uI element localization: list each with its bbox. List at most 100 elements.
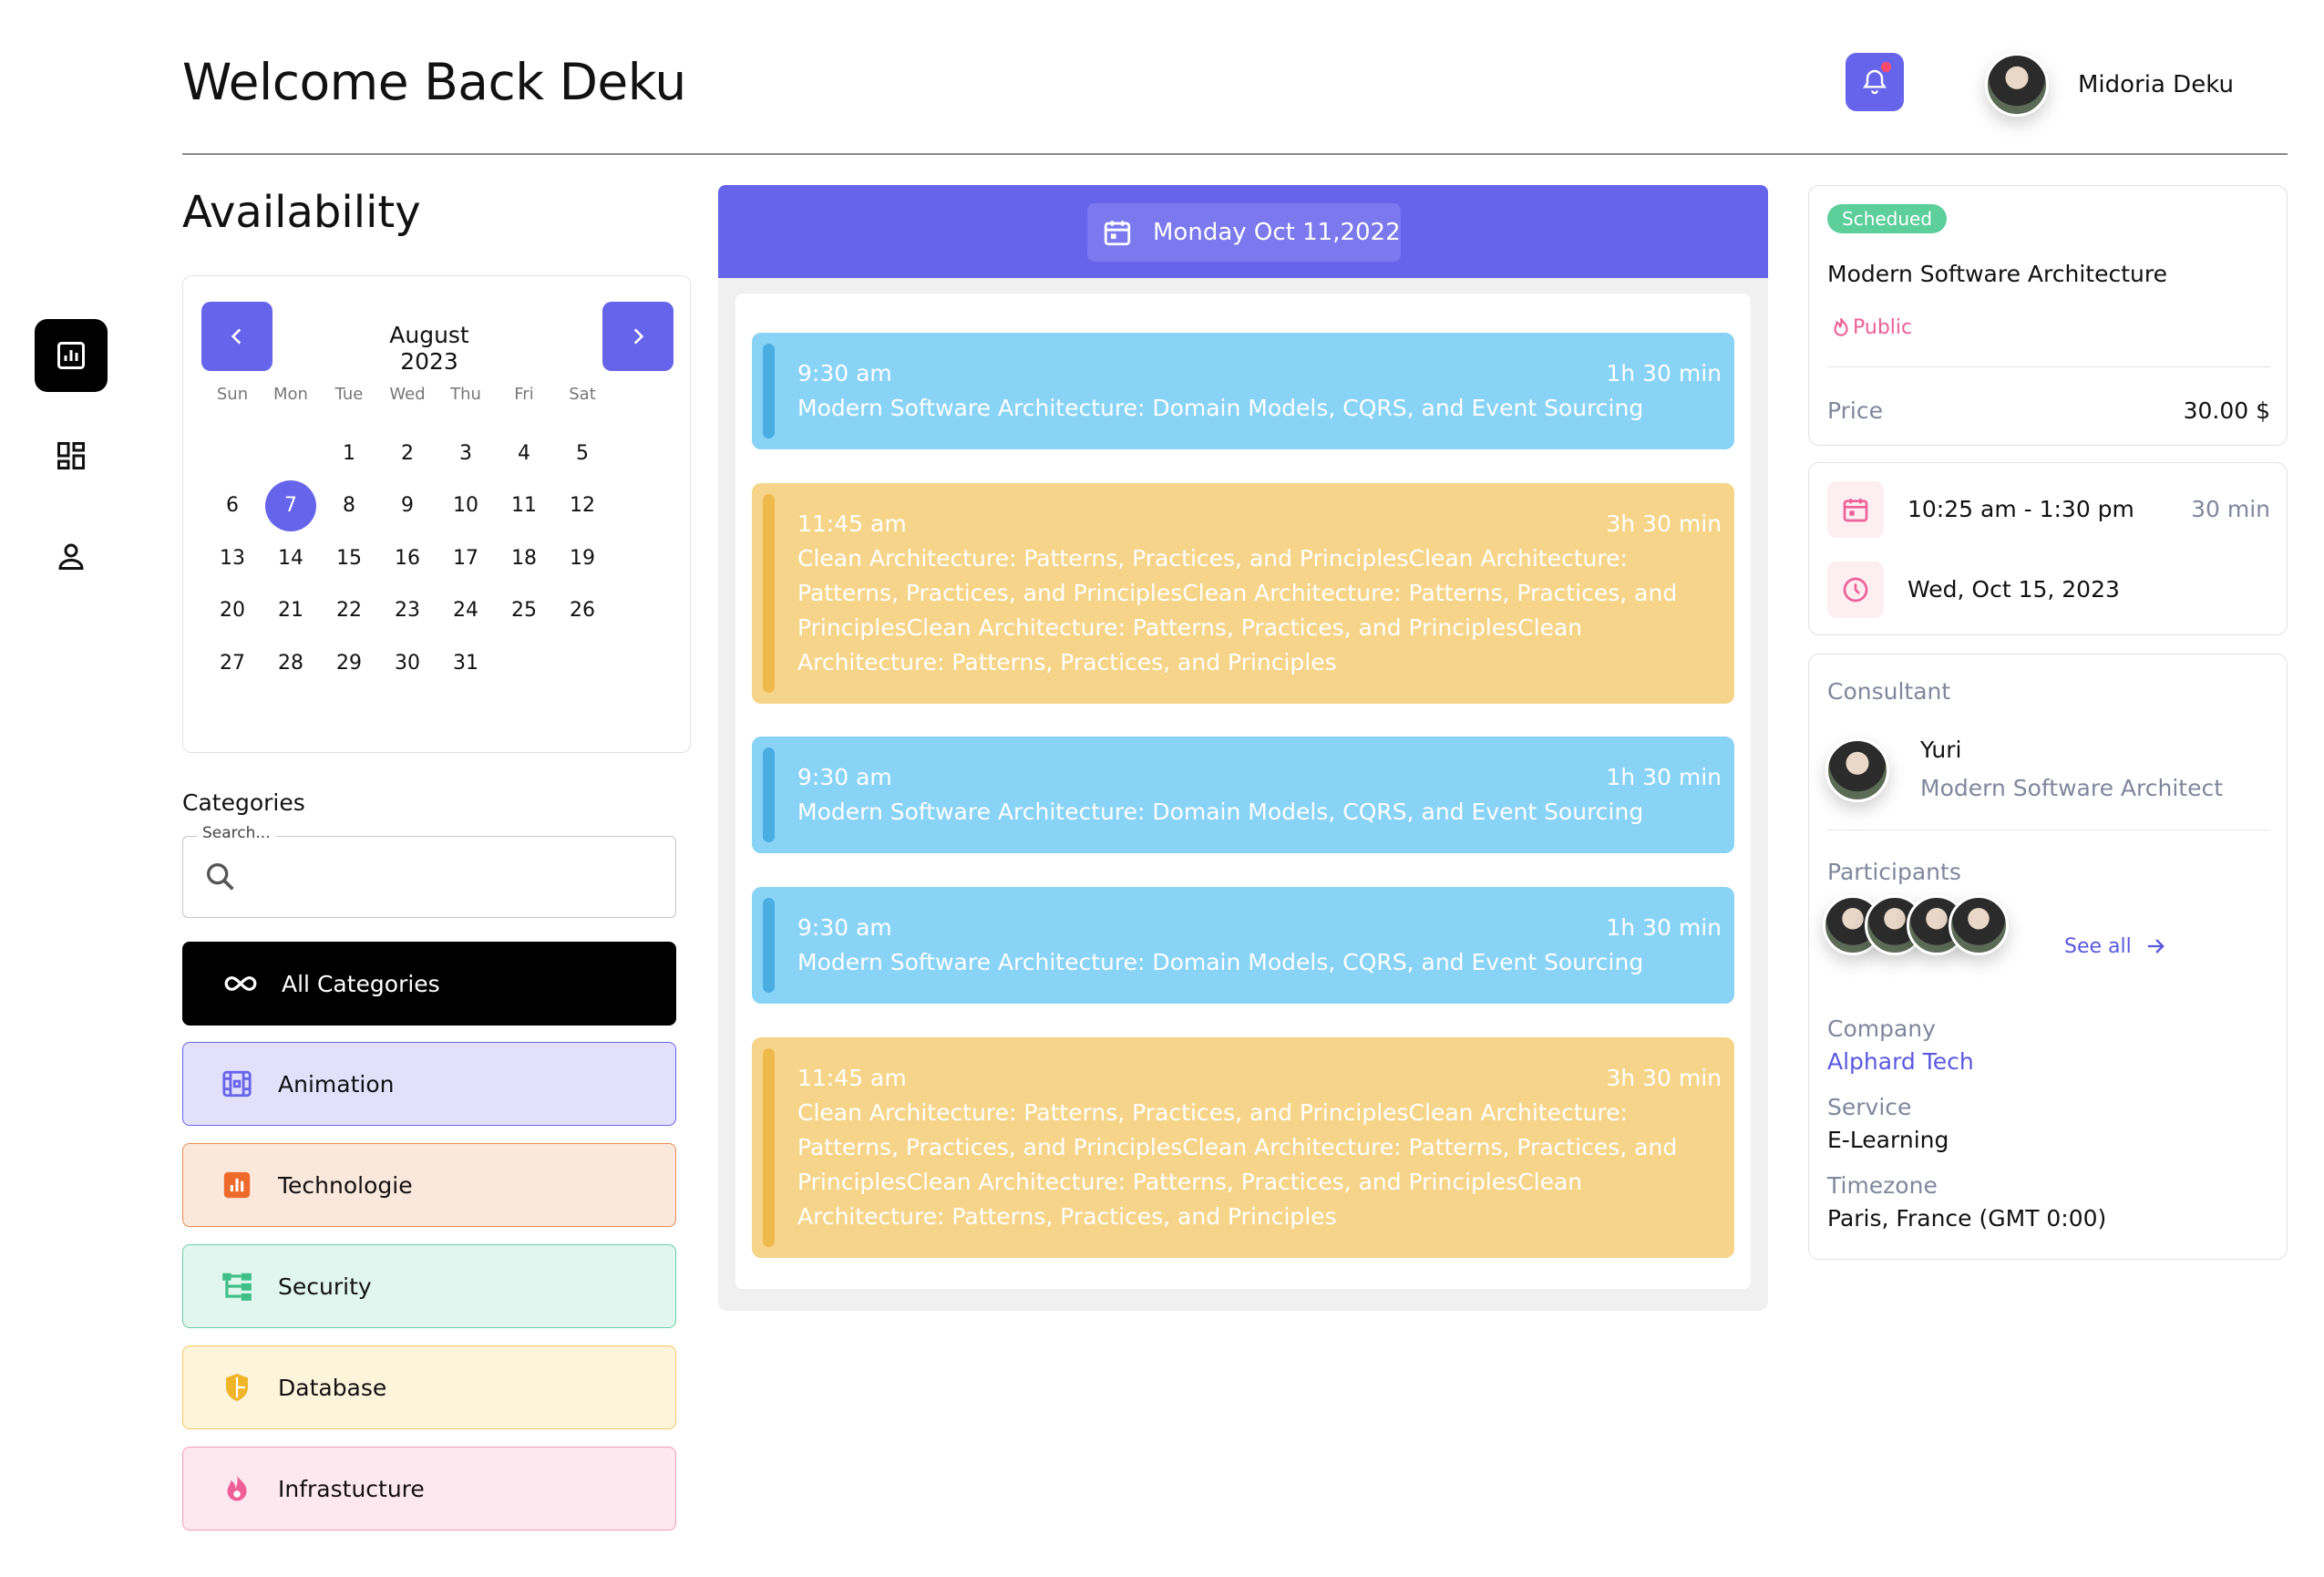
event-accent-bar: [763, 494, 775, 693]
search-icon: [202, 859, 239, 895]
calendar-day[interactable]: 1: [324, 428, 375, 479]
calendar-day[interactable]: 26: [557, 585, 608, 636]
nav-profile-button[interactable]: [35, 520, 108, 593]
calendar-day[interactable]: 20: [207, 585, 258, 636]
calendar-day[interactable]: 21: [265, 585, 316, 636]
event-time: 11:45 am: [797, 510, 907, 537]
schedule-event[interactable]: 9:30 am 1h 30 min Modern Software Architec…: [752, 737, 1734, 853]
category-label: Animation: [278, 1070, 395, 1098]
time-range: 10:25 am - 1:30 pm: [1908, 496, 2134, 522]
category-all-categories-button[interactable]: All Categories: [182, 942, 676, 1026]
nav-widgets-button[interactable]: [35, 419, 108, 492]
schedule-event[interactable]: 9:30 am 1h 30 min Modern Software Architec…: [752, 887, 1734, 1004]
categories-title: Categories: [182, 789, 305, 816]
category-technologie-button[interactable]: Technologie: [182, 1143, 676, 1227]
schedule-date-picker[interactable]: Monday Oct 11,2022: [1087, 203, 1401, 262]
chart-icon: [220, 1168, 254, 1202]
calendar-day[interactable]: 9: [382, 480, 433, 531]
clock-icon: [1827, 562, 1884, 618]
calendar-day[interactable]: 5: [557, 428, 608, 479]
prev-month-button[interactable]: [201, 302, 273, 371]
event-duration: 1h 30 min: [1606, 914, 1722, 941]
chevron-right-icon: [633, 328, 644, 345]
schedule-header: Monday Oct 11,2022: [718, 185, 1768, 278]
status-badge: Schedued: [1827, 204, 1948, 233]
consultant-label: Consultant: [1827, 678, 1951, 705]
calendar-day[interactable]: 11: [499, 480, 550, 531]
search-label: Search...: [197, 824, 276, 842]
event-title: Modern Software Architecture: Domain Mod…: [797, 949, 1644, 975]
schedule-event[interactable]: 11:45 am 3h 30 min Clean Architecture: Pat…: [752, 483, 1734, 704]
event-summary-card: Schedued Modern Software Architecture Pu…: [1808, 185, 2288, 446]
hierarchy-icon: [220, 1269, 254, 1304]
user-avatar[interactable]: [1985, 53, 2049, 117]
calendar-icon: [1827, 481, 1884, 538]
calendar-day[interactable]: 14: [265, 532, 316, 583]
event-accent-bar: [763, 747, 775, 842]
event-time: 9:30 am: [797, 360, 892, 387]
event-time: 9:30 am: [797, 914, 892, 941]
next-month-button[interactable]: [602, 302, 674, 371]
nav-dashboard-button[interactable]: [35, 319, 108, 392]
weekday-label: Thu: [450, 385, 481, 404]
calendar-day[interactable]: 18: [499, 532, 550, 583]
shield-icon: [220, 1370, 254, 1405]
price-value: 30.00 $: [2183, 397, 2270, 424]
calendar-day[interactable]: 6: [207, 480, 258, 531]
bar-chart-icon: [57, 342, 85, 369]
timezone-value: Paris, France (GMT 0:00): [1827, 1205, 2107, 1232]
calendar-day[interactable]: 13: [207, 532, 258, 583]
category-security-button[interactable]: Security: [182, 1244, 676, 1328]
category-label: All Categories: [282, 970, 440, 997]
price-label: Price: [1827, 397, 1883, 424]
consultant-name: Yuri: [1920, 737, 1962, 763]
event-title: Modern Software Architecture: [1827, 261, 2167, 287]
calendar-day[interactable]: 2: [382, 428, 433, 479]
category-database-button[interactable]: Database: [182, 1345, 676, 1429]
calendar-day[interactable]: 7: [265, 479, 316, 531]
service-label: Service: [1827, 1094, 1912, 1120]
category-search-input[interactable]: [182, 836, 676, 918]
timezone-label: Timezone: [1827, 1172, 1938, 1199]
weekday-label: Sun: [216, 385, 249, 404]
film-icon: [220, 1067, 254, 1101]
calendar-day[interactable]: 3: [440, 428, 491, 479]
see-all-link[interactable]: See all: [2064, 933, 2168, 959]
event-title: Clean Architecture: Patterns, Practices,…: [797, 1099, 1678, 1230]
calendar-day[interactable]: 17: [440, 532, 491, 583]
calendar-day[interactable]: 12: [557, 480, 608, 531]
calendar-day[interactable]: 4: [499, 428, 550, 479]
weekday-label: Fri: [514, 385, 534, 404]
calendar-day[interactable]: 8: [324, 480, 375, 531]
calendar-day[interactable]: 24: [440, 585, 491, 636]
weekday-label: Tue: [334, 385, 364, 404]
participant-avatar[interactable]: [1949, 895, 2009, 955]
calendar-day[interactable]: 10: [440, 480, 491, 531]
category-label: Security: [278, 1273, 372, 1300]
calendar-day[interactable]: 23: [382, 585, 433, 636]
calendar-day[interactable]: 28: [265, 637, 316, 688]
calendar-day[interactable]: 30: [382, 637, 433, 688]
schedule-event[interactable]: 11:45 am 3h 30 min Clean Architecture: Pat…: [752, 1037, 1734, 1258]
category-infrastucture-button[interactable]: Infrastucture: [182, 1447, 676, 1531]
schedule-date-label: Monday Oct 11,2022: [1153, 219, 1401, 246]
user-name[interactable]: Midoria Deku: [2078, 71, 2234, 98]
event-duration: 1h 30 min: [1606, 360, 1722, 387]
company-link[interactable]: Alphard Tech: [1827, 1048, 1974, 1075]
calendar-day[interactable]: 25: [499, 585, 550, 636]
calendar-day[interactable]: 16: [382, 532, 433, 583]
calendar-day[interactable]: 27: [207, 637, 258, 688]
notifications-button[interactable]: [1846, 53, 1904, 111]
calendar-day[interactable]: 31: [440, 637, 491, 688]
category-animation-button[interactable]: Animation: [182, 1042, 676, 1126]
calendar-day[interactable]: 19: [557, 532, 608, 583]
category-label: Database: [278, 1374, 387, 1401]
calendar-day[interactable]: 29: [324, 637, 375, 688]
calendar-day[interactable]: 15: [324, 532, 375, 583]
event-list: 9:30 am 1h 30 min Modern Software Architec…: [735, 294, 1751, 1289]
time-duration: 30 min: [2191, 496, 2270, 522]
schedule-event[interactable]: 9:30 am 1h 30 min Modern Software Architec…: [752, 333, 1734, 449]
service-value: E-Learning: [1827, 1127, 1949, 1153]
calendar-icon: [1104, 221, 1131, 246]
calendar-day[interactable]: 22: [324, 585, 375, 636]
